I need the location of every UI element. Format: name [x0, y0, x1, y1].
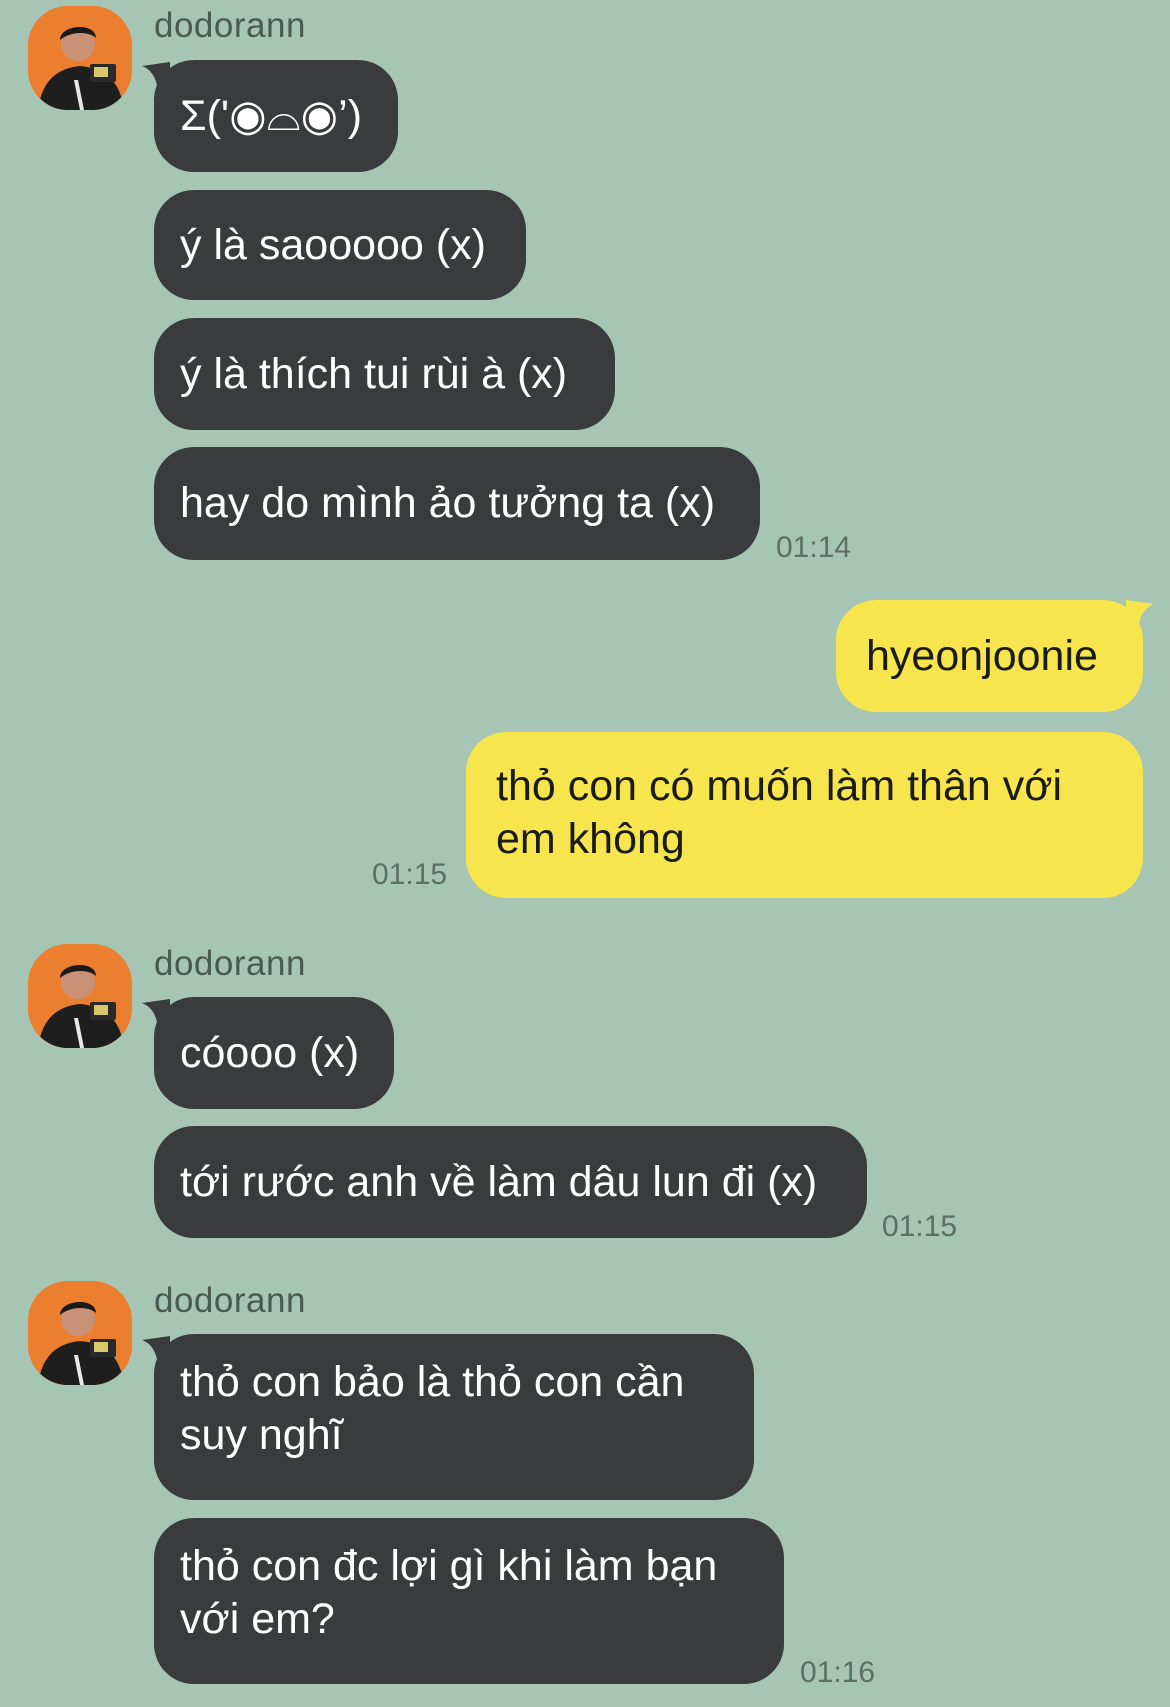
my-message-bubble[interactable]: thỏ con có muốn làm thân với em không — [466, 732, 1143, 898]
message-timestamp: 01:15 — [882, 1210, 958, 1243]
sender-name: dodorann — [154, 1281, 306, 1320]
sender-name: dodorann — [154, 944, 306, 983]
avatar-photo-icon — [28, 944, 132, 1048]
message-text: thỏ con đc lợi gì khi làm bạn với em? — [180, 1542, 718, 1643]
avatar[interactable] — [28, 944, 132, 1048]
message-text: ý là thích tui rùi à (x) — [180, 349, 568, 398]
avatar-photo-icon — [28, 1281, 132, 1385]
message-text: cóooo (x) — [180, 1028, 360, 1077]
message-bubble[interactable]: thỏ con bảo là thỏ con cần suy nghĩ — [154, 1334, 754, 1500]
avatar[interactable] — [28, 1281, 132, 1385]
message-text: hay do mình ảo tưởng ta (x) — [180, 479, 716, 527]
bubble-tail-icon — [142, 999, 170, 1027]
message-bubble[interactable]: thỏ con đc lợi gì khi làm bạn với em? — [154, 1518, 784, 1684]
message-bubble[interactable]: hay do mình ảo tưởng ta (x) — [154, 447, 760, 560]
message-bubble[interactable]: ý là thích tui rùi à (x) — [154, 318, 615, 430]
avatar-photo-icon — [28, 6, 132, 110]
message-timestamp: 01:16 — [800, 1656, 876, 1689]
sender-name: dodorann — [154, 6, 306, 45]
message-bubble[interactable]: ý là saooooo (x) — [154, 190, 526, 300]
message-text: hyeonjoonie — [866, 631, 1098, 680]
bubble-tail-icon — [142, 1336, 170, 1364]
message-bubble[interactable]: cóooo (x) — [154, 997, 394, 1109]
message-bubble[interactable]: Σ('◉⌓◉’) — [154, 60, 398, 172]
message-text: Σ('◉⌓◉’) — [180, 91, 363, 140]
avatar[interactable] — [28, 6, 132, 110]
bubble-tail-icon — [142, 62, 170, 90]
message-text: ý là saooooo (x) — [180, 220, 486, 269]
message-bubble[interactable]: tới rước anh về làm dâu lun đi (x) — [154, 1126, 867, 1238]
message-text: thỏ con bảo là thỏ con cần suy nghĩ — [180, 1358, 685, 1459]
message-timestamp: 01:15 — [372, 858, 448, 891]
bubble-tail-icon — [1126, 600, 1154, 628]
message-text: thỏ con có muốn làm thân với em không — [496, 762, 1062, 863]
message-text: tới rước anh về làm dâu lun đi (x) — [180, 1157, 818, 1206]
message-timestamp: 01:14 — [776, 531, 852, 564]
my-message-bubble[interactable]: hyeonjoonie — [836, 600, 1143, 712]
